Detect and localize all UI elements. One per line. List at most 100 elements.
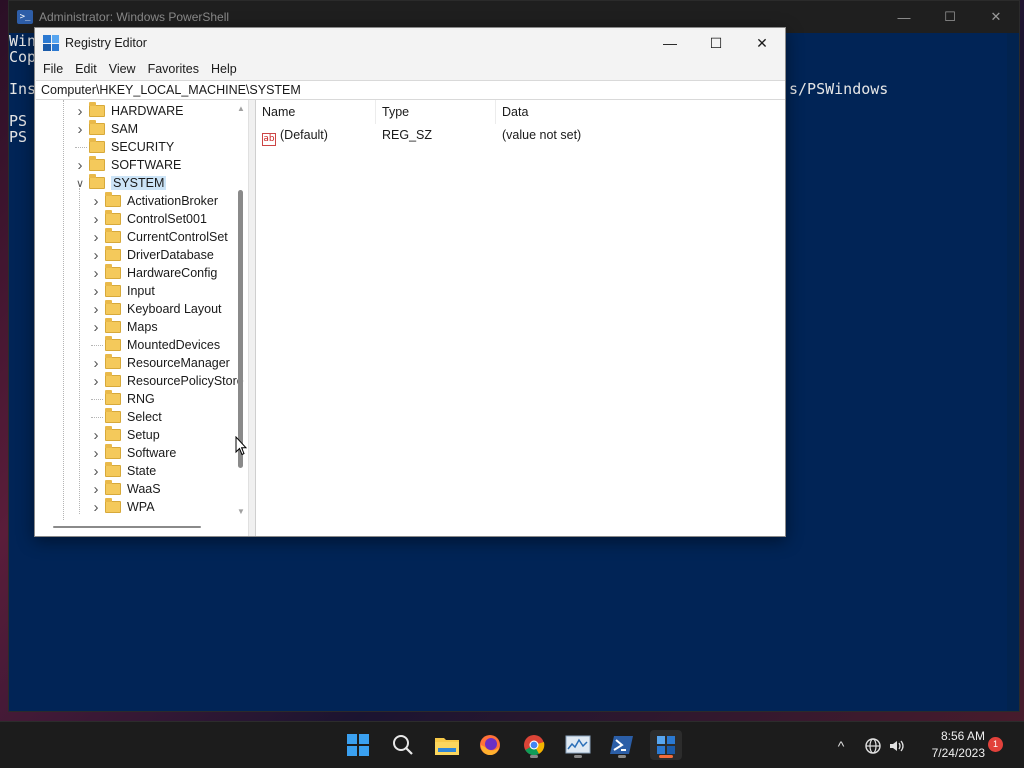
tree-key-input[interactable]: › Input	[91, 282, 155, 300]
minimize-icon[interactable]: —	[647, 28, 693, 58]
minimize-icon[interactable]: —	[881, 1, 927, 33]
chevron-right-icon[interactable]: ›	[91, 499, 101, 516]
tree-key-software[interactable]: › SOFTWARE	[75, 156, 181, 174]
console-line: Win	[9, 32, 37, 50]
registry-editor-button[interactable]	[650, 730, 682, 760]
tree-key-label: ControlSet001	[127, 212, 207, 226]
chevron-right-icon[interactable]: ›	[75, 121, 85, 138]
tree-key-currentcontrolset[interactable]: › CurrentControlSet	[91, 228, 228, 246]
close-icon[interactable]: ✕	[973, 1, 1019, 33]
powershell-button[interactable]	[606, 730, 638, 760]
firefox-button[interactable]	[474, 730, 506, 760]
search-button[interactable]	[387, 730, 419, 760]
tree-key-keyboard-layout[interactable]: › Keyboard Layout	[91, 300, 222, 318]
folder-icon	[105, 462, 121, 477]
show-hidden-icons-chevron-icon[interactable]: ^	[832, 738, 850, 754]
tree-key-mounteddevices[interactable]: MountedDevices	[91, 336, 220, 354]
folder-icon	[105, 480, 121, 495]
values-list[interactable]: Name Type Data ab (Default) REG_SZ (value…	[255, 100, 785, 536]
key-tree[interactable]: › HARDWARE › SAM SECURITY › SOFTWARE ∨ SYSTEM › Ac…	[35, 100, 249, 536]
tree-key-label: Setup	[127, 428, 160, 442]
tree-key-label: WPA	[127, 500, 155, 514]
tree-key-label: ActivationBroker	[127, 194, 219, 208]
chevron-right-icon[interactable]: ›	[91, 247, 101, 264]
chevron-right-icon[interactable]: ›	[75, 157, 85, 174]
notification-badge[interactable]: 1	[988, 737, 1003, 752]
maximize-icon[interactable]: ☐	[693, 28, 739, 58]
system-tray: ^	[832, 722, 906, 768]
column-type[interactable]: Type	[376, 100, 496, 124]
console-line: Cop	[9, 48, 37, 66]
chevron-right-icon[interactable]: ›	[91, 427, 101, 444]
tree-key-maps[interactable]: › Maps	[91, 318, 158, 336]
address-bar[interactable]: Computer\HKEY_LOCAL_MACHINE\SYSTEM	[36, 80, 785, 100]
close-icon[interactable]: ✕	[739, 28, 785, 58]
maximize-icon[interactable]: ☐	[927, 1, 973, 33]
tree-key-rng[interactable]: RNG	[91, 390, 155, 408]
scroll-up-icon[interactable]: ▲	[236, 104, 246, 113]
value-row[interactable]: ab (Default) REG_SZ (value not set)	[256, 126, 785, 146]
firefox-icon	[480, 735, 500, 756]
tree-key-label: Keyboard Layout	[127, 302, 222, 316]
tree-key-controlset001[interactable]: › ControlSet001	[91, 210, 207, 228]
chevron-right-icon[interactable]: ›	[91, 319, 101, 336]
column-name[interactable]: Name	[256, 100, 376, 124]
tree-horizontal-scrollbar[interactable]	[35, 518, 247, 536]
chrome-button[interactable]	[518, 730, 550, 760]
tree-key-system[interactable]: ∨ SYSTEM	[75, 174, 167, 192]
powershell-scrollbar[interactable]	[1007, 33, 1019, 711]
tree-key-sam[interactable]: › SAM	[75, 120, 138, 138]
chevron-down-icon[interactable]: ∨	[75, 177, 85, 190]
chevron-right-icon[interactable]: ›	[91, 481, 101, 498]
list-header: Name Type Data	[256, 100, 785, 124]
file-explorer-button[interactable]	[431, 730, 463, 760]
folder-icon	[105, 372, 121, 387]
menu-view[interactable]: View	[103, 62, 142, 76]
registry-editor-window[interactable]: Registry Editor — ☐ ✕ File Edit View Fav…	[34, 27, 786, 537]
scroll-down-icon[interactable]: ▼	[236, 507, 246, 516]
tree-key-wpa[interactable]: › WPA	[91, 498, 155, 516]
menu-help[interactable]: Help	[205, 62, 243, 76]
chevron-right-icon[interactable]: ›	[91, 355, 101, 372]
tree-key-select[interactable]: Select	[91, 408, 162, 426]
menu-favorites[interactable]: Favorites	[142, 62, 205, 76]
chevron-right-icon[interactable]: ›	[91, 211, 101, 228]
chevron-right-icon[interactable]: ›	[91, 283, 101, 300]
chevron-right-icon[interactable]: ›	[91, 445, 101, 462]
tree-key-driverdatabase[interactable]: › DriverDatabase	[91, 246, 214, 264]
tree-key-hardware[interactable]: › HARDWARE	[75, 102, 183, 120]
console-line: PS	[9, 112, 28, 130]
network-globe-icon[interactable]	[864, 737, 882, 755]
chevron-right-icon[interactable]: ›	[75, 103, 85, 120]
resource-monitor-button[interactable]	[562, 730, 594, 760]
menu-edit[interactable]: Edit	[69, 62, 103, 76]
chevron-right-icon[interactable]: ›	[91, 193, 101, 210]
tree-key-label: Software	[127, 446, 177, 460]
tree-key-resourcemanager[interactable]: › ResourceManager	[91, 354, 230, 372]
tree-key-resourcepolicystore[interactable]: › ResourcePolicyStore	[91, 372, 244, 390]
tree-key-state[interactable]: › State	[91, 462, 156, 480]
volume-icon[interactable]	[888, 737, 906, 755]
tree-key-software[interactable]: › Software	[91, 444, 176, 462]
menu-file[interactable]: File	[37, 62, 69, 76]
folder-icon	[105, 192, 121, 207]
chevron-right-icon[interactable]: ›	[91, 373, 101, 390]
chevron-right-icon[interactable]: ›	[91, 265, 101, 282]
folder-icon	[105, 246, 121, 261]
tree-key-activationbroker[interactable]: › ActivationBroker	[91, 192, 218, 210]
start-button[interactable]	[342, 730, 374, 760]
tree-key-label: Maps	[127, 320, 158, 334]
clock[interactable]: 8:56 AM 7/24/2023	[915, 728, 985, 762]
column-data[interactable]: Data	[496, 100, 676, 124]
scroll-thumb[interactable]	[238, 190, 243, 468]
tree-key-hardwareconfig[interactable]: › HardwareConfig	[91, 264, 217, 282]
chevron-right-icon[interactable]: ›	[91, 463, 101, 480]
registry-titlebar[interactable]: Registry Editor — ☐ ✕	[35, 28, 785, 58]
tree-guide-line	[79, 188, 80, 514]
tree-key-security[interactable]: SECURITY	[75, 138, 174, 156]
tree-key-waas[interactable]: › WaaS	[91, 480, 161, 498]
scroll-thumb[interactable]	[53, 526, 201, 528]
tree-key-setup[interactable]: › Setup	[91, 426, 160, 444]
chevron-right-icon[interactable]: ›	[91, 301, 101, 318]
chevron-right-icon[interactable]: ›	[91, 229, 101, 246]
